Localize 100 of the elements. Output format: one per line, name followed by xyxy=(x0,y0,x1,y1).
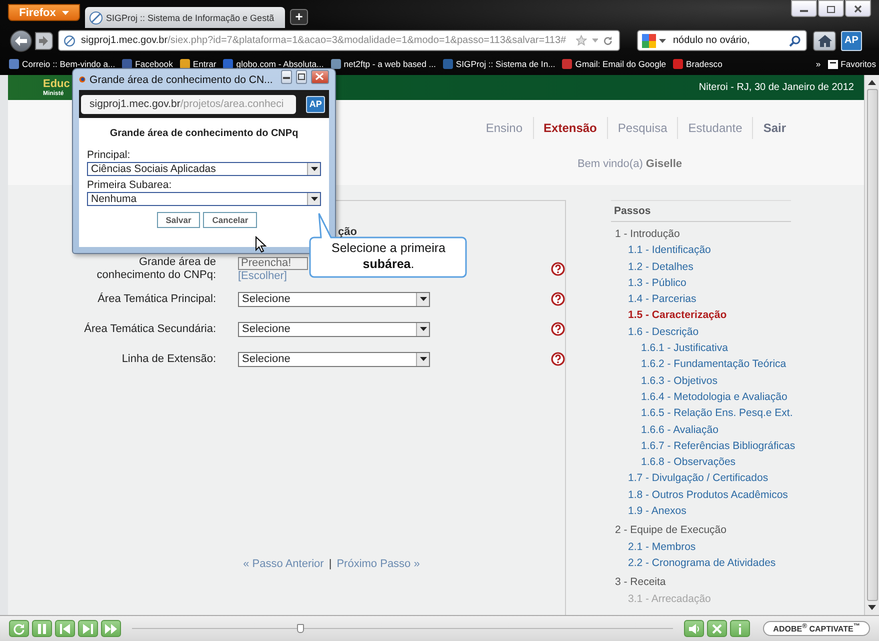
menu-link[interactable]: Pesquisa xyxy=(606,117,678,139)
step-link[interactable]: 1.6.6 - Avaliação xyxy=(641,422,718,438)
step-link[interactable]: 1.8 - Outros Produtos Acadêmicos xyxy=(628,486,788,504)
step-link[interactable]: 1.4 - Parcerias xyxy=(628,291,696,308)
step-link[interactable]: 1.1 - Identificação xyxy=(628,242,711,259)
step-link[interactable]: 2.2 - Cronograma de Atividades xyxy=(628,554,776,572)
scrollbar[interactable] xyxy=(864,75,879,615)
step-link[interactable]: 1.3 - Público xyxy=(628,274,686,292)
help-icon[interactable] xyxy=(551,352,565,366)
site-icon xyxy=(561,58,574,70)
callout-text: Selecione a primeira subárea. xyxy=(330,240,446,272)
address-field[interactable]: sigproj1.mec.gov.br/siex.php?id=7&plataforma=1&acao=3&modalidade=1&modo=1&passo=113&salvar=113# xyxy=(58,30,620,51)
minimize-button[interactable] xyxy=(791,0,817,17)
profile-badge[interactable]: AP xyxy=(841,30,862,50)
previous-button[interactable] xyxy=(55,620,75,637)
search-engine-icon xyxy=(642,34,656,48)
select-field[interactable]: Nenhuma xyxy=(87,192,321,206)
search-icon[interactable] xyxy=(789,34,801,46)
profile-badge[interactable]: AP xyxy=(306,96,325,112)
dialog-button[interactable]: Cancelar xyxy=(203,212,258,228)
bookmarks-folder[interactable]: Favoritos xyxy=(826,58,876,70)
close-button[interactable] xyxy=(845,0,871,17)
browser-tab[interactable]: SIGProj :: Sistema de Informação e Gestã xyxy=(85,7,285,28)
select-field[interactable]: Ciências Sociais Aplicadas xyxy=(87,162,321,176)
step-link[interactable]: 1.6.8 - Observações xyxy=(641,454,736,470)
minimize-button[interactable] xyxy=(280,70,292,84)
maximize-button[interactable] xyxy=(296,70,307,84)
step-link[interactable]: 3 - Receita xyxy=(615,574,666,591)
firefox-menu-button[interactable]: Firefox xyxy=(8,4,80,21)
menu-link[interactable]: Ensino xyxy=(476,117,533,139)
address-field[interactable]: sigproj1.mec.gov.br/projetos/area.conheci xyxy=(81,94,296,114)
close-button[interactable] xyxy=(310,70,329,84)
url-text: sigproj1.mec.gov.br/projetos/area.conheci xyxy=(90,98,284,110)
bookmark-link[interactable]: SIGProj :: Sistema de In... xyxy=(442,58,556,70)
bookmark-link[interactable]: Bradesco xyxy=(672,58,722,70)
page-icon xyxy=(826,58,839,70)
step-link[interactable]: 1.6.4 - Metodologia e Avaliação xyxy=(641,388,788,406)
help-icon[interactable] xyxy=(551,262,565,276)
bookmark-link[interactable]: Gmail: Email do Google xyxy=(561,58,666,70)
captivate-logo[interactable]: ADOBE$^{®}$ CAPTIVATE$^{™}$ xyxy=(763,621,870,636)
bookmark-link[interactable]: Correio :: Bem-vindo a... xyxy=(8,58,116,70)
help-icon[interactable] xyxy=(551,292,565,306)
new-tab-button[interactable]: + xyxy=(290,9,308,25)
field-label: Linha de Extensão: xyxy=(122,352,216,366)
site-icon xyxy=(8,58,20,70)
bookmark-link[interactable]: net2ftp - a web based ... xyxy=(330,58,436,70)
caret-icon xyxy=(62,10,69,14)
help-icon[interactable] xyxy=(551,322,565,336)
bookmarks-overflow-button[interactable]: » xyxy=(816,59,821,69)
reload-icon[interactable] xyxy=(603,34,613,46)
arrow-right-icon xyxy=(39,36,49,46)
menu-link[interactable]: Estudante xyxy=(677,117,752,139)
maximize-icon xyxy=(296,73,306,80)
step-link[interactable]: 1.6.1 - Justificativa xyxy=(641,340,728,356)
close-button[interactable] xyxy=(707,620,728,637)
info-button[interactable] xyxy=(730,620,750,637)
bookmark-link[interactable]: globo.com - Absoluta... xyxy=(222,58,324,70)
bookmark-link[interactable]: Facebook xyxy=(121,58,173,70)
step-link[interactable]: 2.1 - Membros xyxy=(628,538,696,555)
home-icon xyxy=(818,34,832,46)
step-link[interactable]: 1.7 - Divulgação / Certificados xyxy=(628,470,768,487)
star-icon[interactable] xyxy=(576,34,587,47)
back-button[interactable] xyxy=(10,30,32,52)
step-link[interactable]: 2 - Equipe de Execução xyxy=(615,522,726,539)
select-field[interactable]: Selecione xyxy=(238,352,430,366)
choose-link[interactable]: [Escolher] xyxy=(238,270,287,282)
step-link[interactable]: 1 - Introdução xyxy=(615,226,680,242)
window-title: Grande área de conhecimento do CN... xyxy=(90,74,273,86)
replay-button[interactable] xyxy=(9,620,29,637)
slider-thumb[interactable] xyxy=(296,624,304,632)
volume-button[interactable] xyxy=(684,620,704,637)
maximize-button[interactable] xyxy=(818,0,844,17)
home-button[interactable] xyxy=(813,30,836,50)
search-field[interactable]: nódulo no ovário, xyxy=(637,30,807,51)
next-step-link[interactable]: Próximo Passo » xyxy=(336,558,420,570)
step-link[interactable]: 1.6.2 - Fundamentação Teórica xyxy=(641,356,786,373)
pause-icon xyxy=(36,622,48,634)
menu-link[interactable]: Sair xyxy=(752,117,796,139)
dialog-button[interactable]: Salvar xyxy=(156,212,200,228)
forward-button[interactable] xyxy=(35,32,53,50)
scroll-down-icon[interactable] xyxy=(868,605,876,610)
step-link[interactable]: 1.6.7 - Referências Bibliográficas xyxy=(641,438,796,454)
previous-step-link[interactable]: « Passo Anterior xyxy=(243,558,324,570)
select-field[interactable]: Selecione xyxy=(238,322,430,336)
step-link[interactable]: 1.6 - Descrição xyxy=(628,324,699,340)
arrow-left-icon xyxy=(14,34,28,46)
fast-forward-button[interactable] xyxy=(101,620,121,637)
speaker-icon xyxy=(688,622,700,634)
menu-link[interactable]: Extensão xyxy=(532,117,607,139)
dropdown-arrow-icon[interactable] xyxy=(659,38,666,42)
step-link[interactable]: 1.6.3 - Objetivos xyxy=(641,372,718,389)
step-link[interactable]: 1.5 - Caracterização xyxy=(628,307,727,324)
step-link[interactable]: 1.2 - Detalhes xyxy=(628,258,694,275)
bookmark-link[interactable]: Entrar xyxy=(178,58,216,70)
step-link[interactable]: 1.9 - Anexos xyxy=(628,503,686,520)
select-field[interactable]: Selecione xyxy=(238,292,430,306)
step-link[interactable]: 1.6.5 - Relação Ens. Pesq.e Ext. xyxy=(641,405,793,422)
pause-button[interactable] xyxy=(32,620,52,637)
next-button[interactable] xyxy=(78,620,98,637)
scroll-up-icon[interactable] xyxy=(868,80,876,85)
